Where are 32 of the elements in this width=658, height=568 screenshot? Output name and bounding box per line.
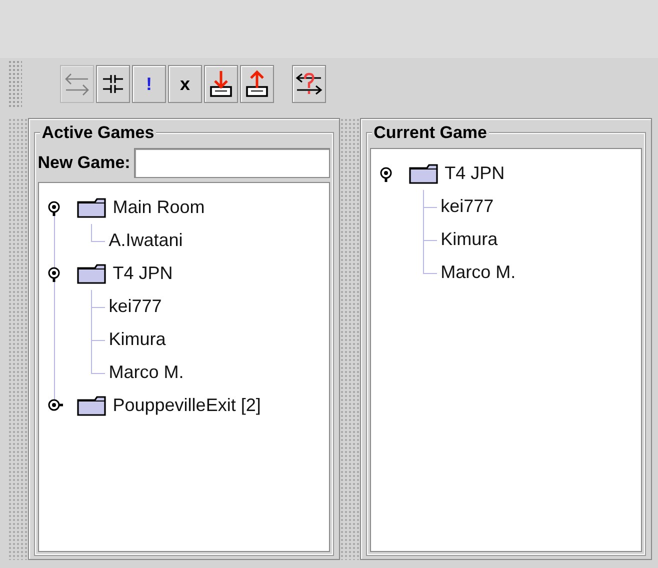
swap-arrows-icon <box>64 72 90 96</box>
tree-folder[interactable]: PouppevilleExit [2] <box>112 395 261 416</box>
toolbar-button[interactable] <box>204 65 238 103</box>
tree-user[interactable]: Marco M. <box>440 256 516 289</box>
tree-user[interactable]: Marco M. <box>108 356 184 389</box>
tree-folder[interactable]: Main Room <box>112 197 205 218</box>
swap-question-icon <box>295 71 323 97</box>
toolbar-grip[interactable] <box>8 60 22 108</box>
tree-user[interactable]: kei777 <box>108 290 162 323</box>
tree-user[interactable]: Kimura <box>108 323 166 356</box>
folder-icon <box>408 164 439 184</box>
tree-folder[interactable]: T4 JPN <box>444 163 505 184</box>
folder-icon <box>76 198 107 218</box>
tray-up-arrow-icon <box>243 70 271 98</box>
tree-folder[interactable]: T4 JPN <box>112 263 173 284</box>
tree-user[interactable]: kei777 <box>440 190 494 223</box>
toolbar-button[interactable] <box>292 65 326 103</box>
splitter-handle[interactable] <box>340 118 360 560</box>
disconnect-icon <box>101 73 125 95</box>
splitter-handle[interactable] <box>8 118 28 560</box>
tree-user[interactable]: Kimura <box>440 223 498 256</box>
expand-handle-icon[interactable] <box>46 398 63 414</box>
tray-down-arrow-icon <box>207 70 235 98</box>
field-label: New Game: <box>38 153 130 173</box>
toolbar-button[interactable] <box>240 65 274 103</box>
new-game-field[interactable] <box>134 148 330 178</box>
tree-user[interactable]: A.Iwatani <box>108 224 183 257</box>
toolbar-button[interactable]: x <box>168 65 202 103</box>
folder-icon <box>76 264 107 284</box>
toolbar-button[interactable] <box>96 65 130 103</box>
toolbar-button[interactable]: ! <box>132 65 166 103</box>
folder-icon <box>76 396 107 416</box>
